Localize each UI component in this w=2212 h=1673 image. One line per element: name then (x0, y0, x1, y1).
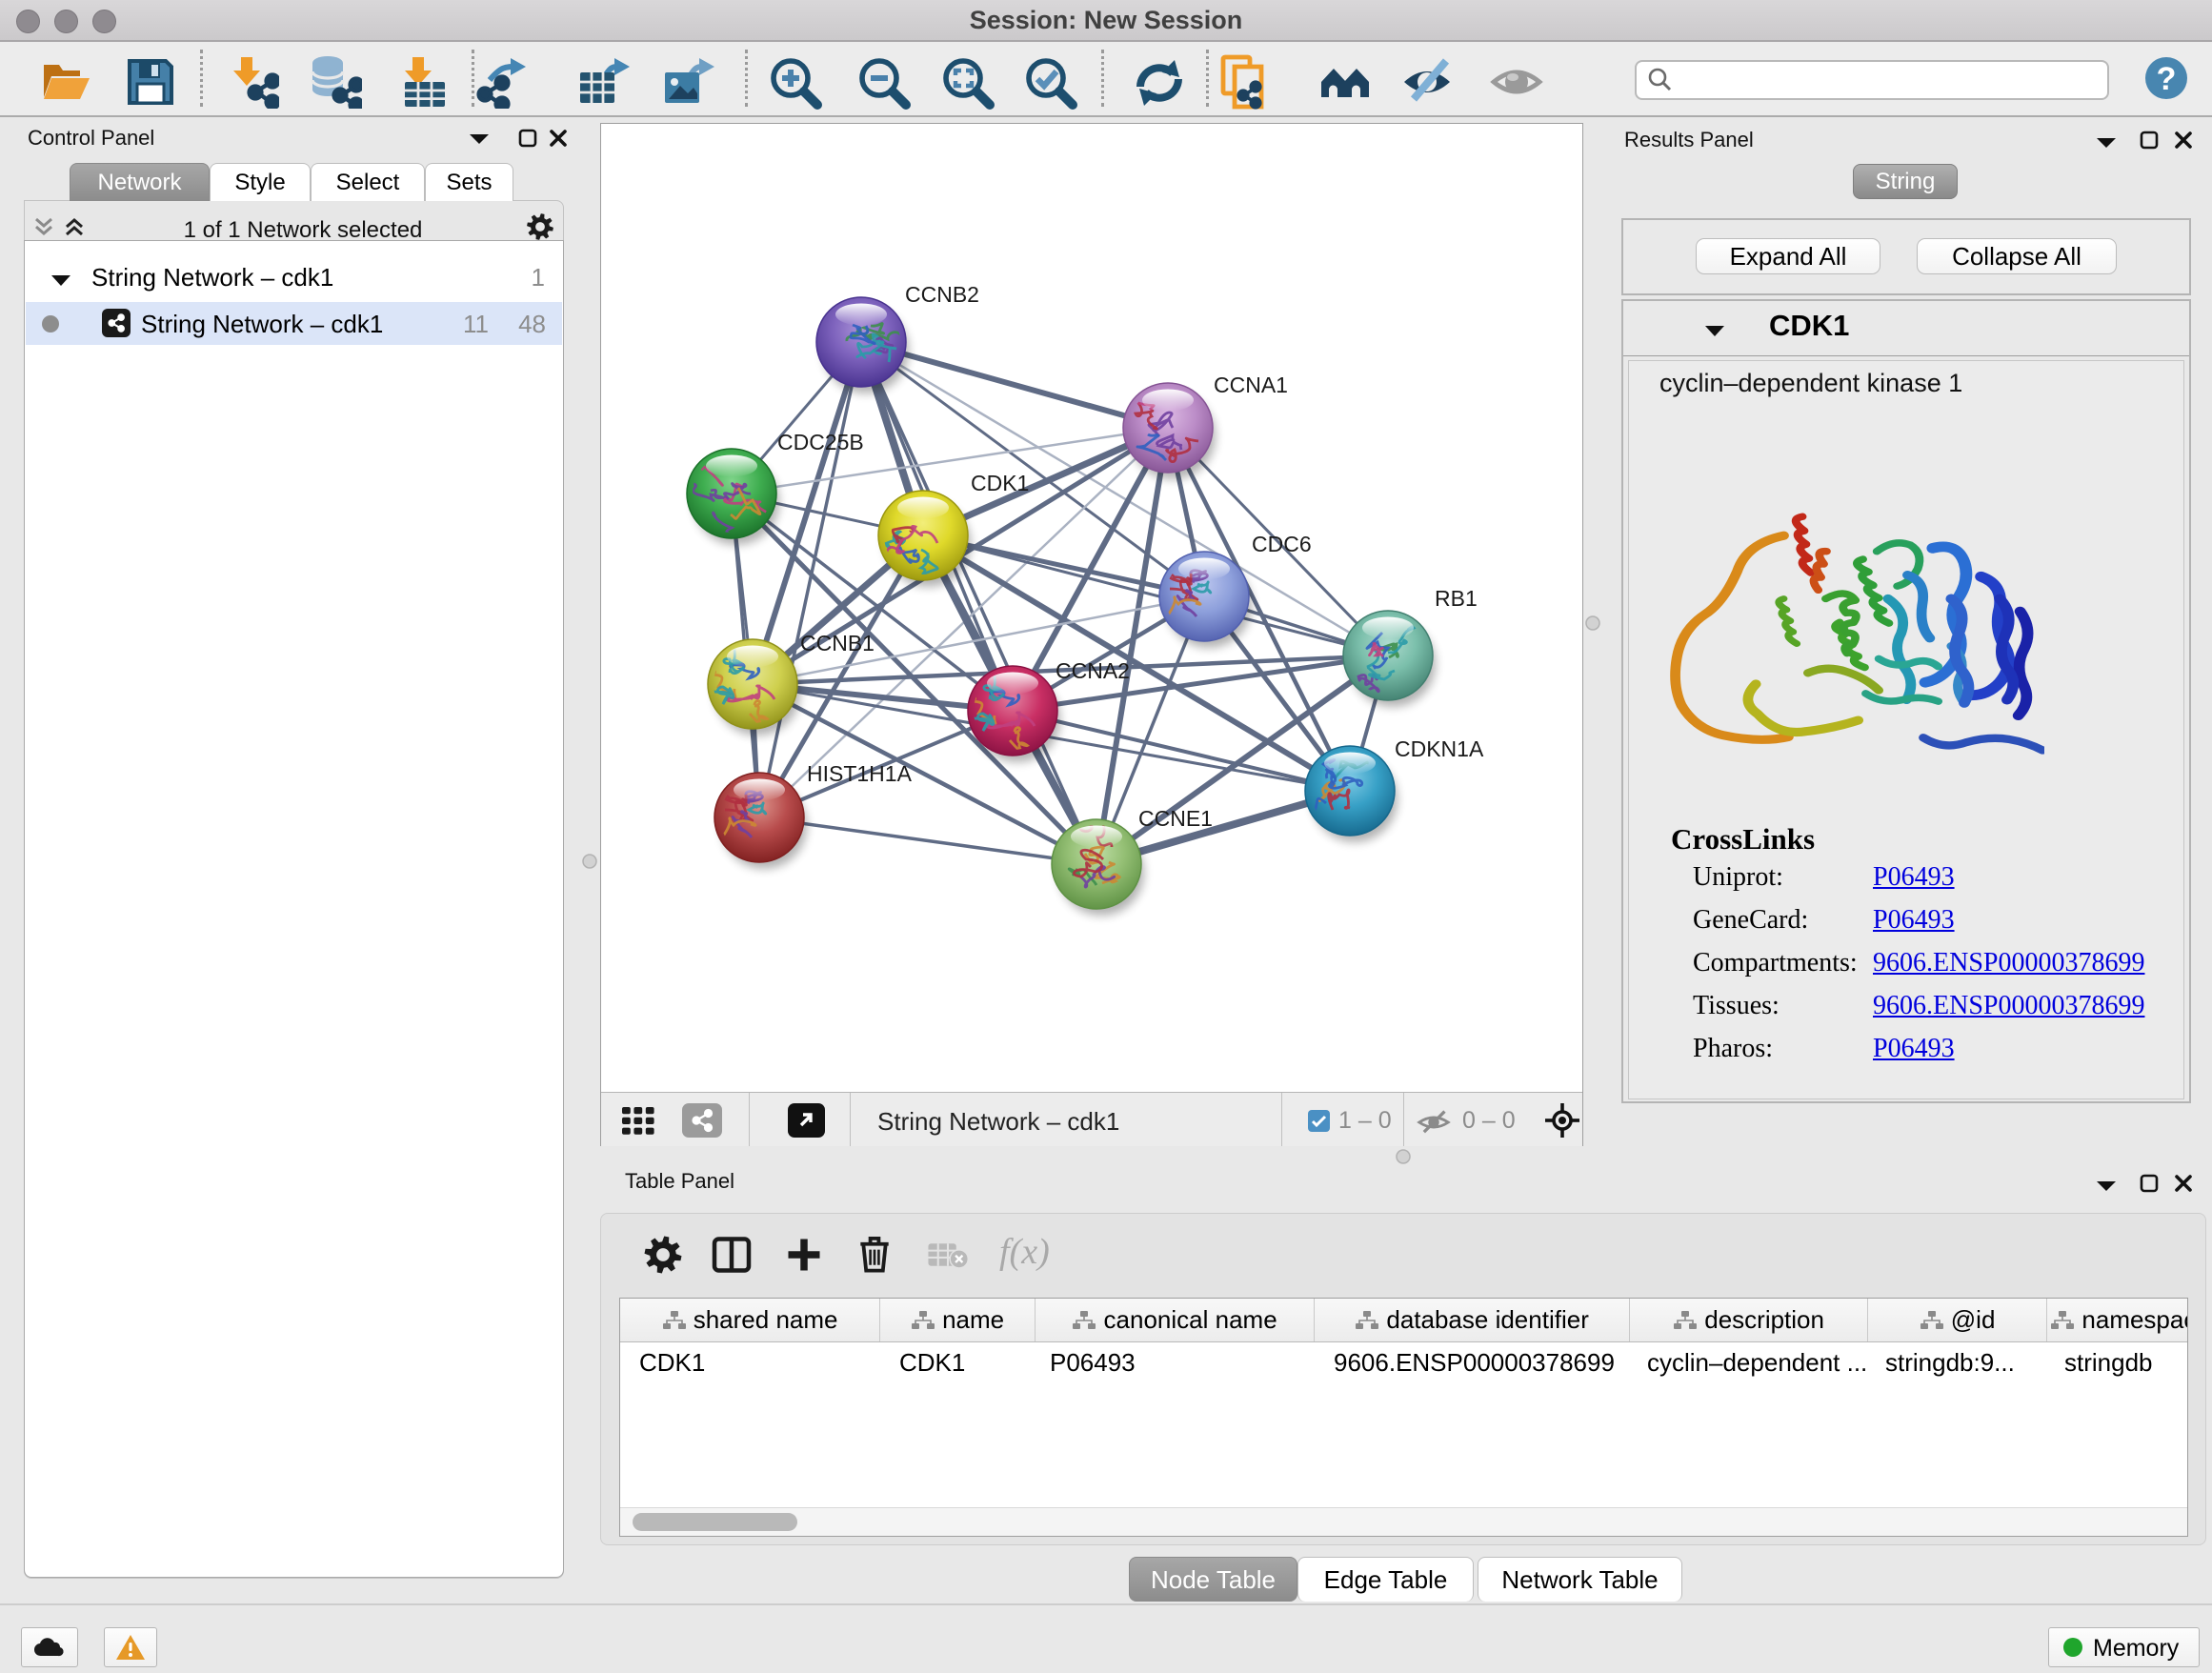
svg-text:CDK1: CDK1 (971, 471, 1029, 495)
svg-text:CDC25B: CDC25B (777, 430, 864, 454)
svg-text:HIST1H1A: HIST1H1A (807, 761, 913, 786)
svg-text:CCNA2: CCNA2 (1056, 658, 1130, 683)
svg-text:CCNB1: CCNB1 (800, 631, 875, 655)
svg-text:RB1: RB1 (1435, 586, 1478, 611)
svg-text:CCNE1: CCNE1 (1138, 806, 1213, 831)
svg-text:CCNA1: CCNA1 (1214, 373, 1288, 397)
svg-text:?: ? (2157, 61, 2177, 97)
svg-text:CDC6: CDC6 (1252, 532, 1312, 556)
svg-text:CDKN1A: CDKN1A (1395, 736, 1484, 761)
svg-text:CCNB2: CCNB2 (905, 282, 979, 307)
